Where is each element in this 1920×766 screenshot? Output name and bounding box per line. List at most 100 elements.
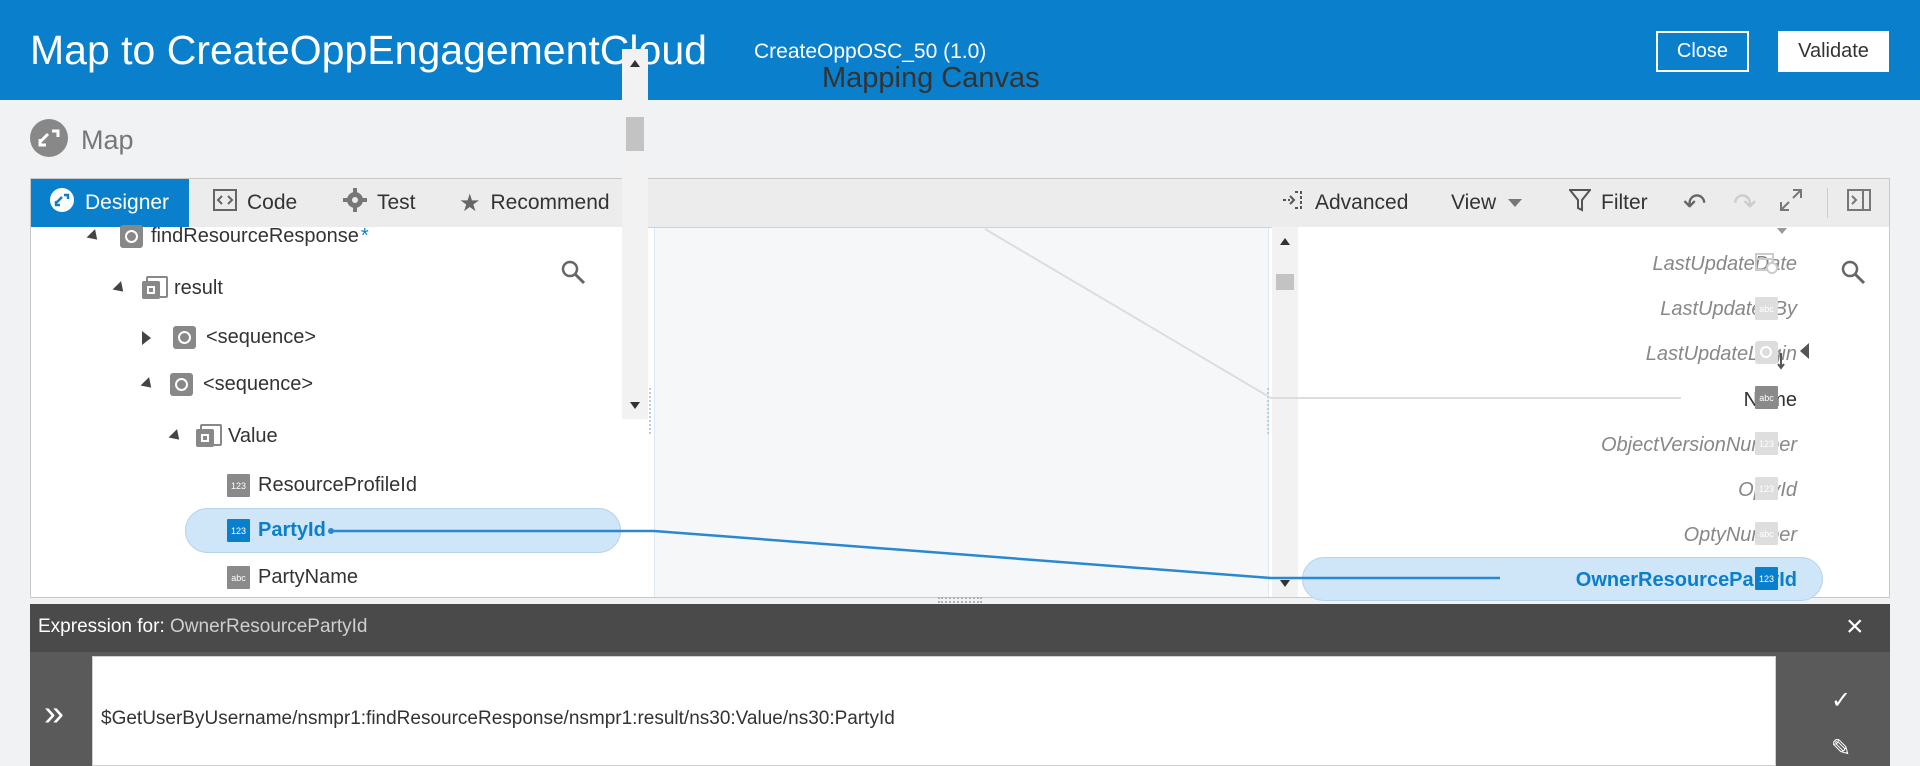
tab-test[interactable]: Test	[343, 179, 416, 227]
panel-toggle-icon	[1847, 188, 1871, 218]
element-icon	[173, 326, 196, 349]
collapse-icon	[112, 280, 128, 296]
advanced-label: Advanced	[1315, 191, 1409, 214]
expression-value: $GetUserByUsername/nsmpr1:findResourceRe…	[101, 708, 895, 729]
pencil-icon: ✎	[1831, 735, 1852, 762]
scroll-thumb[interactable]	[626, 117, 644, 151]
expand-expression-button[interactable]: »	[44, 692, 64, 734]
search-source-button[interactable]	[560, 259, 586, 290]
tree-node-label: Value	[228, 424, 278, 447]
close-button[interactable]: Close	[1656, 31, 1749, 72]
splitter-handle-left[interactable]	[649, 388, 653, 434]
undo-icon: ↶	[1683, 187, 1707, 219]
horizontal-splitter[interactable]	[938, 597, 982, 603]
scroll-up-icon	[1280, 238, 1290, 245]
tree-node-result[interactable]: result	[112, 276, 223, 300]
target-scrollbar[interactable]	[1272, 227, 1298, 597]
check-icon: ✓	[1831, 687, 1852, 714]
tab-designer[interactable]: Designer	[31, 179, 190, 227]
string-type-icon: abc	[227, 566, 250, 589]
expand-button[interactable]	[1779, 179, 1803, 227]
mapper-toolbar: Designer Code Test ★ Recommend Advanced …	[31, 179, 1889, 228]
scroll-thumb[interactable]	[1276, 274, 1294, 290]
filter-icon	[1567, 188, 1593, 218]
target-tree	[1298, 227, 1889, 597]
close-icon: ×	[1846, 610, 1864, 643]
element-icon	[120, 225, 143, 248]
panel-toggle-button[interactable]	[1847, 179, 1871, 227]
required-marker: *	[360, 225, 369, 247]
number-type-icon: 123	[1755, 567, 1778, 590]
undo-button[interactable]: ↶	[1683, 179, 1706, 227]
filter-label: Filter	[1601, 191, 1648, 214]
scroll-down-icon	[630, 402, 640, 409]
tab-test-label: Test	[377, 191, 416, 214]
tree-node-sequence[interactable]: <sequence>	[142, 326, 316, 349]
view-label: View	[1451, 191, 1497, 214]
number-type-icon: 123	[1755, 432, 1778, 455]
tree-node-label: PartyName	[258, 566, 359, 588]
repeating-element-icon	[142, 276, 168, 300]
canvas-title: Mapping Canvas	[822, 62, 1040, 94]
search-target-button[interactable]	[1840, 259, 1866, 290]
advanced-button[interactable]: Advanced	[1281, 179, 1408, 227]
collapse-left-icon[interactable]	[1800, 343, 1809, 359]
filter-button[interactable]: Filter	[1567, 179, 1648, 227]
validate-button[interactable]: Validate	[1778, 31, 1889, 72]
redo-icon: ↷	[1733, 187, 1757, 219]
mapping-canvas	[649, 228, 1271, 597]
expand-icon	[142, 330, 151, 345]
tree-node-value[interactable]: Value	[168, 424, 278, 448]
integration-version: CreateOppOSC_50 (1.0)	[754, 40, 987, 63]
scroll-up-icon	[630, 60, 640, 67]
gear-icon	[343, 188, 367, 218]
edit-expression-button[interactable]: ✎	[1831, 734, 1851, 763]
tree-node-resourceprofileid[interactable]: 123 ResourceProfileId	[227, 474, 417, 497]
source-scrollbar[interactable]	[622, 49, 648, 419]
view-dropdown[interactable]: View	[1451, 179, 1523, 227]
string-type-icon: abc	[1755, 297, 1778, 320]
collapse-icon	[140, 377, 156, 392]
code-icon	[213, 189, 237, 217]
expression-header: Expression for: OwnerResourcePartyId ×	[30, 604, 1890, 652]
star-icon: ★	[459, 189, 481, 217]
tab-designer-label: Designer	[85, 191, 170, 214]
double-chevron-right-icon: »	[44, 692, 65, 733]
search-icon	[1841, 260, 1866, 285]
number-type-icon: 123	[227, 519, 250, 542]
page-title: Map to CreateOppEngagementCloud	[30, 27, 707, 73]
tree-node-sequence[interactable]: <sequence>	[140, 373, 313, 396]
element-icon	[1755, 341, 1785, 376]
toolbar-divider	[1827, 188, 1828, 218]
tab-code[interactable]: Code	[213, 179, 297, 227]
scroll-down-icon	[1280, 580, 1290, 587]
string-type-icon: abc	[1755, 522, 1778, 545]
tab-code-label: Code	[247, 191, 298, 214]
tree-node-label: findResourceResponse	[151, 225, 359, 247]
tree-node-label: ResourceProfileId	[258, 474, 417, 496]
tree-node-label: PartyId	[258, 519, 326, 541]
close-expression-button[interactable]: ×	[1846, 610, 1864, 644]
map-label: Map	[81, 125, 134, 155]
collapse-icon	[168, 428, 184, 444]
tab-recommend[interactable]: ★ Recommend	[459, 179, 610, 227]
tree-node-label: result	[174, 276, 223, 299]
tree-node-partyname[interactable]: abc PartyName	[227, 566, 358, 589]
splitter-handle-right[interactable]	[1267, 388, 1271, 434]
tree-node-findresourceresponse[interactable]: findResourceResponse *	[86, 225, 369, 248]
advanced-icon	[1281, 188, 1305, 218]
redo-button[interactable]: ↷	[1733, 179, 1756, 227]
apply-expression-button[interactable]: ✓	[1831, 686, 1851, 715]
number-type-icon: 123	[1755, 477, 1778, 500]
element-icon	[170, 373, 193, 396]
expression-input[interactable]: $GetUserByUsername/nsmpr1:findResourceRe…	[92, 656, 1776, 766]
expression-editor: » $GetUserByUsername/nsmpr1:findResource…	[30, 652, 1890, 766]
expand-icon	[1779, 188, 1803, 218]
string-type-icon: abc	[1755, 386, 1778, 409]
repeating-element-icon	[196, 424, 222, 448]
chevron-down-icon	[1777, 228, 1787, 234]
number-type-icon: 123	[227, 474, 250, 497]
tree-node-partyid[interactable]: 123 PartyId	[227, 519, 326, 542]
expression-target: OwnerResourcePartyId	[170, 616, 368, 637]
target-node-optynumber[interactable]: OptyNumber	[1684, 524, 1797, 547]
